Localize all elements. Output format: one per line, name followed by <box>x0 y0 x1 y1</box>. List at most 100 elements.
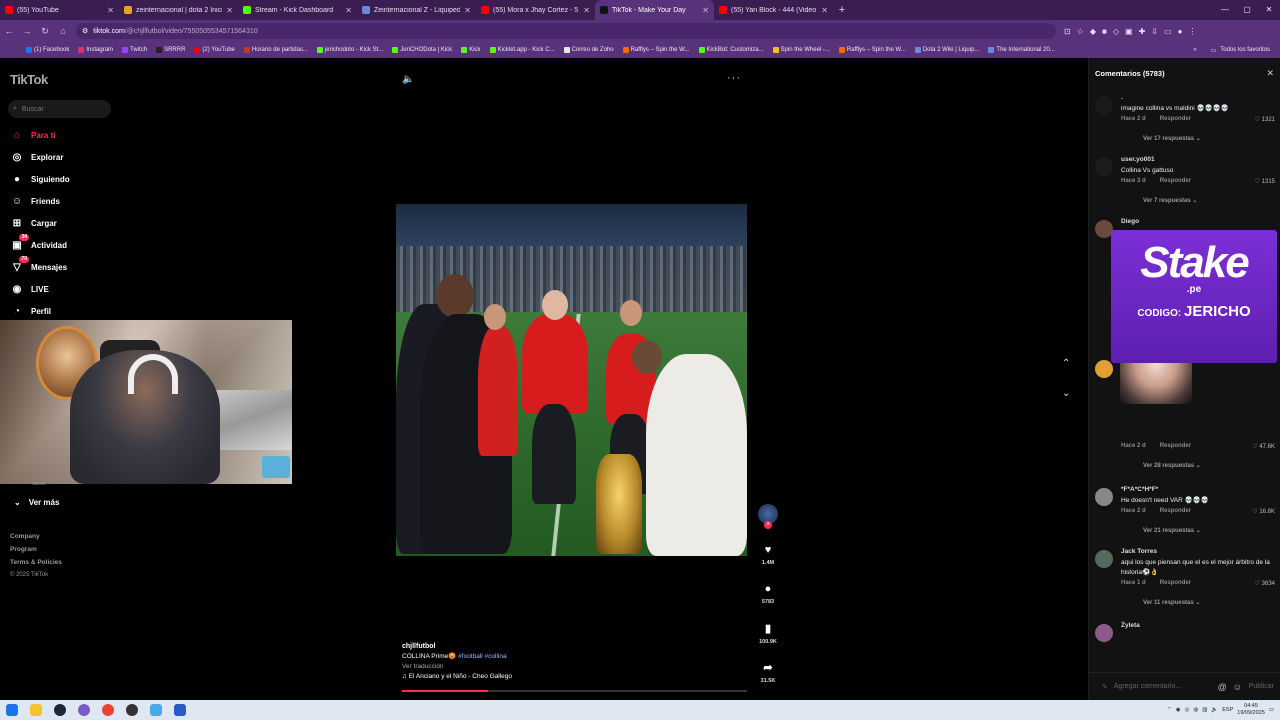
speaker-icon[interactable]: 🔈 <box>1211 707 1218 713</box>
comment-avatar[interactable] <box>1095 624 1113 642</box>
sidebar-item-para-ti[interactable]: ⌂ Para ti <box>10 128 56 142</box>
bookmark-item[interactable]: Kicklet.app - Kick C... <box>489 47 555 53</box>
video-action-heart[interactable]: ♥ 1.4M <box>757 544 779 566</box>
comment-like-count[interactable]: ♡ 47.6K <box>1252 443 1275 450</box>
extensions-puzzle-icon[interactable]: ✚ <box>1139 27 1146 36</box>
volume-icon[interactable]: 🔈 <box>402 74 414 85</box>
footer-link-terms[interactable]: Terms & Policies <box>10 556 62 569</box>
tab-close-icon[interactable]: ✕ <box>702 6 709 15</box>
all-bookmarks-link[interactable]: Todos los favoritos <box>1220 47 1270 53</box>
downloads-icon[interactable]: ⇩ <box>1151 27 1158 36</box>
view-replies-button[interactable]: Ver 7 respuestas ⌄ <box>1143 197 1197 204</box>
tray-icon[interactable]: ◎ <box>1185 707 1190 713</box>
video-action-share[interactable]: ➦ 31.5K <box>757 661 779 684</box>
app-icon[interactable] <box>72 700 96 720</box>
mention-icon[interactable]: @ <box>1218 682 1227 692</box>
comment-like-count[interactable]: ♡ 1321 <box>1255 116 1275 123</box>
music-title[interactable]: El Anciano y el Niño - Cheo Gallego <box>409 673 512 680</box>
network-icon[interactable]: ▥ <box>1202 707 1207 713</box>
tab-close-icon[interactable]: ✕ <box>821 6 828 15</box>
minimize-icon[interactable]: — <box>1214 0 1236 20</box>
steam-icon[interactable] <box>48 700 72 720</box>
comment-like-count[interactable]: ♡ 16.8K <box>1252 508 1275 515</box>
video-player[interactable] <box>396 204 747 556</box>
reply-button[interactable]: Responder <box>1160 178 1191 184</box>
tab-close-icon[interactable]: ✕ <box>583 6 590 15</box>
bookmark-item[interactable]: JeriCHODota | Kick <box>392 47 452 53</box>
bookmark-item[interactable]: The International 20... <box>988 47 1055 53</box>
comment-username[interactable]: user.yo001 <box>1121 156 1155 163</box>
view-replies-button[interactable]: Ver 17 respuestas ⌄ <box>1143 135 1201 142</box>
reply-button[interactable]: Responder <box>1160 580 1191 586</box>
chrome-icon[interactable] <box>96 700 120 720</box>
follow-plus-icon[interactable]: + <box>764 521 772 529</box>
install-icon[interactable]: ⊡ <box>1064 27 1071 36</box>
extension-icon[interactable]: ◇ <box>1113 27 1119 36</box>
bookmark-item[interactable]: (1) Facebook <box>26 47 69 53</box>
comment-like-count[interactable]: ♡ 3634 <box>1255 580 1275 587</box>
sidebar-item-mensajes[interactable]: ▽ 70 Mensajes <box>10 256 67 274</box>
more-options-icon[interactable]: ··· <box>727 72 741 84</box>
forward-icon[interactable]: → <box>18 26 36 36</box>
tray-icon[interactable]: ◍ <box>1193 707 1198 713</box>
bookmark-item[interactable]: Instagram <box>78 47 113 53</box>
bookmarks-overflow-icon[interactable]: » <box>1193 47 1196 53</box>
clock[interactable]: 04:45 19/09/2025 <box>1237 703 1265 717</box>
bookmark-item[interactable]: Horario de partidas... <box>243 47 308 53</box>
view-replies-button[interactable]: Ver 28 respuestas ⌄ <box>1143 462 1201 469</box>
video-action-comment[interactable]: ● 5783 <box>757 583 779 605</box>
reply-button[interactable]: Responder <box>1160 508 1191 514</box>
windows-start-icon[interactable] <box>0 700 24 720</box>
sidebar-item-actividad[interactable]: ▣ 34 Actividad <box>10 234 67 252</box>
video-progress-bar[interactable] <box>402 690 747 692</box>
app-icon[interactable] <box>144 700 168 720</box>
bookmark-item[interactable]: (2) YouTube <box>194 47 235 53</box>
footer-link-program[interactable]: Program <box>10 543 62 556</box>
author-username[interactable]: chjllfutbol <box>402 642 742 652</box>
extension-icon[interactable]: ◆ <box>1090 27 1096 36</box>
tiktok-logo[interactable]: TikTok <box>10 72 48 87</box>
translate-link[interactable]: Ver traducción <box>402 662 742 672</box>
window-close-icon[interactable]: ✕ <box>1258 0 1280 20</box>
view-replies-button[interactable]: Ver 11 respuestas ⌄ <box>1143 599 1200 606</box>
next-video-icon[interactable]: ⌄ <box>1062 388 1070 399</box>
bookmark-item[interactable]: KickBot: Customiza... <box>698 47 764 53</box>
sidebar-item-friends[interactable]: ☺ Friends <box>10 194 60 208</box>
browser-tab[interactable]: (55) Mora x Jhay Cortez - 512 (✕ <box>476 0 595 20</box>
sidebar-item-perfil[interactable]: ◔ Perfil <box>10 304 51 318</box>
comment-username[interactable]: Żyleta <box>1121 622 1140 629</box>
language-indicator[interactable]: ESP <box>1222 707 1233 713</box>
bookmark-item[interactable]: Twitch <box>122 47 147 53</box>
previous-video-icon[interactable]: ⌃ <box>1062 358 1070 369</box>
extension-icon[interactable]: ▣ <box>1125 27 1133 36</box>
sidebar-item-siguiendo[interactable]: ● Siguiendo <box>10 172 70 186</box>
sidebar-item-live[interactable]: ◉ LIVE <box>10 282 49 296</box>
reply-button[interactable]: Responder <box>1160 116 1191 122</box>
browser-menu-icon[interactable]: ⋮ <box>1188 27 1196 36</box>
new-tab-icon[interactable]: + <box>833 4 851 16</box>
browser-tab[interactable]: TikTok - Make Your Day ✕ <box>595 0 714 20</box>
hashtag-collina[interactable]: #collina <box>485 653 507 660</box>
bookmark-item[interactable]: SRRRR <box>156 47 185 53</box>
bookmark-item[interactable]: Rafflys – Spin the W... <box>838 47 906 53</box>
browser-tab[interactable]: (55) YouTube ✕ <box>0 0 119 20</box>
comment-like-count[interactable]: ♡ 1315 <box>1255 178 1275 185</box>
tab-close-icon[interactable]: ✕ <box>345 6 352 15</box>
search-input[interactable]: ⌕ Buscar <box>8 100 111 118</box>
hashtag-football[interactable]: #football <box>458 653 483 660</box>
sidebar-item-cargar[interactable]: ⊞ Cargar <box>10 216 57 230</box>
url-input[interactable]: ⚙ tiktok.com/@chjllfutbol/video/75505055… <box>76 23 1056 39</box>
bookmark-item[interactable]: jerichodoto - Kick St... <box>316 47 383 53</box>
tab-close-icon[interactable]: ✕ <box>107 6 114 15</box>
comment-input[interactable]: ✎ Agregar comentario... @ ☺ Publicar <box>1088 672 1280 700</box>
reload-icon[interactable]: ↻ <box>36 26 54 37</box>
obs-icon[interactable] <box>120 700 144 720</box>
extension-icon[interactable]: ■ <box>1102 27 1107 36</box>
maximize-icon[interactable]: ▢ <box>1236 0 1258 20</box>
comment-avatar[interactable] <box>1095 158 1113 176</box>
tab-close-icon[interactable]: ✕ <box>464 6 471 15</box>
home-icon[interactable]: ⌂ <box>54 26 72 36</box>
star-icon[interactable]: ☆ <box>1077 27 1084 36</box>
profile-avatar[interactable]: ● <box>1178 27 1183 36</box>
bookmark-item[interactable]: Rafflys – Spin the W... <box>622 47 690 53</box>
